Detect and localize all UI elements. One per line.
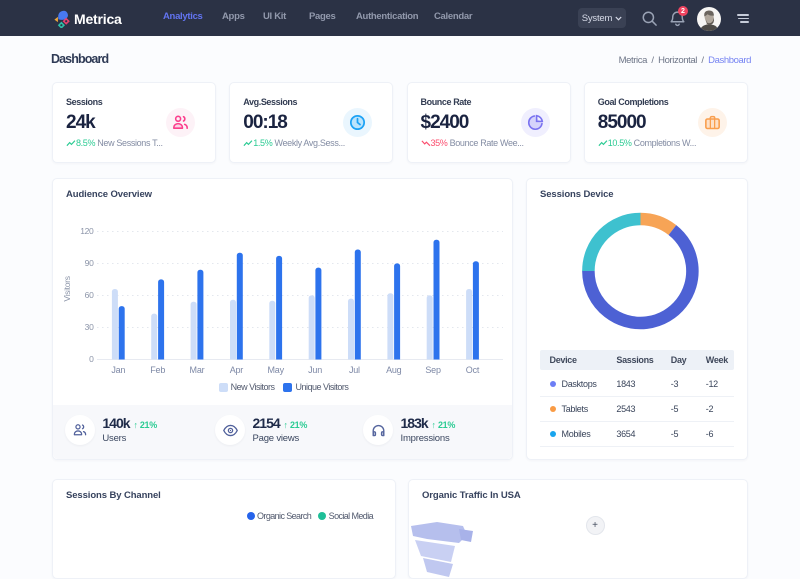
svg-text:Mar: Mar (190, 365, 205, 375)
svg-text:60: 60 (85, 290, 94, 300)
svg-text:30: 30 (85, 322, 94, 332)
svg-text:Sep: Sep (425, 365, 441, 375)
svg-text:Feb: Feb (150, 365, 165, 375)
svg-text:Jul: Jul (349, 365, 360, 375)
svg-text:Apr: Apr (230, 365, 244, 375)
svg-text:Jun: Jun (308, 365, 322, 375)
svg-text:Jan: Jan (111, 365, 125, 375)
svg-text:0: 0 (89, 354, 94, 364)
svg-text:Oct: Oct (466, 365, 480, 375)
svg-text:90: 90 (85, 258, 94, 268)
svg-text:Visitors: Visitors (62, 276, 72, 301)
svg-text:120: 120 (80, 226, 94, 236)
svg-text:Aug: Aug (386, 365, 402, 375)
svg-text:May: May (267, 365, 284, 375)
